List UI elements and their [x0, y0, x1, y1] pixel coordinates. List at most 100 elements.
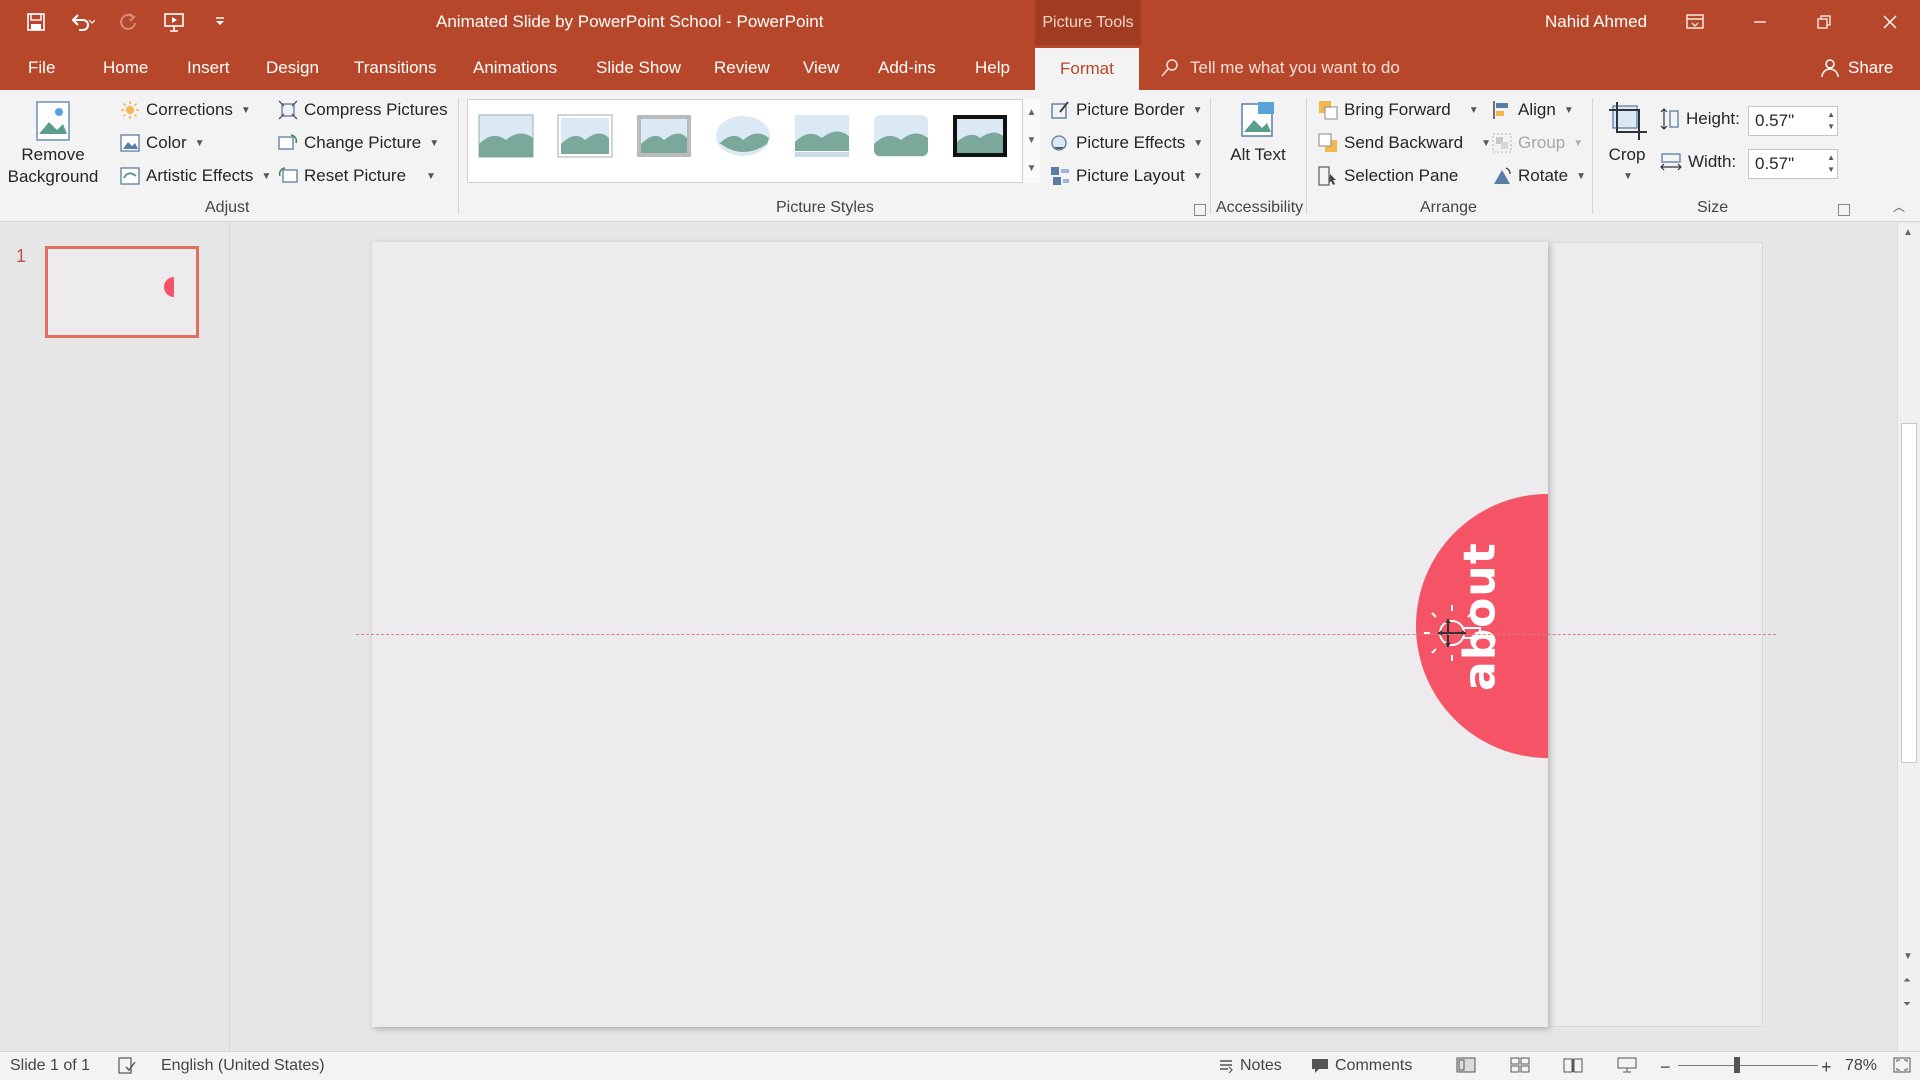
- spelling-check-icon[interactable]: [118, 1057, 136, 1075]
- picture-border-button[interactable]: Picture Border ▼: [1050, 100, 1203, 120]
- reading-view-icon[interactable]: [1563, 1057, 1583, 1073]
- user-name[interactable]: Nahid Ahmed: [1545, 12, 1647, 32]
- tab-help[interactable]: Help: [975, 45, 1010, 90]
- undo-icon[interactable]: [68, 8, 96, 36]
- change-picture-label: Change Picture: [304, 133, 422, 152]
- share-button[interactable]: Share: [1820, 45, 1893, 90]
- tab-review[interactable]: Review: [714, 45, 770, 90]
- picture-style-2-icon[interactable]: [557, 114, 613, 158]
- vertical-scrollbar[interactable]: ▲ ▼ ⏶ ⏷: [1897, 223, 1920, 1051]
- width-input[interactable]: 0.57" ▲ ▼: [1748, 149, 1838, 179]
- picture-layout-button[interactable]: Picture Layout ▼: [1050, 166, 1203, 186]
- slide-thumbnail[interactable]: [45, 246, 199, 338]
- fit-to-window-icon[interactable]: [1893, 1057, 1911, 1073]
- picture-style-5-icon[interactable]: [794, 114, 850, 158]
- tab-add-ins[interactable]: Add-ins: [878, 45, 936, 90]
- send-backward-button[interactable]: Send Backward ▼: [1318, 133, 1491, 153]
- close-icon[interactable]: [1866, 6, 1914, 38]
- restore-icon[interactable]: [1800, 6, 1848, 38]
- tab-home[interactable]: Home: [103, 45, 148, 90]
- bring-forward-button[interactable]: Bring Forward ▼: [1318, 100, 1479, 120]
- height-spinner-icon[interactable]: ▲ ▼: [1827, 109, 1835, 133]
- corrections-label: Corrections: [146, 100, 233, 119]
- collapse-ribbon-icon[interactable]: ︿: [1893, 198, 1905, 215]
- group-icon: [1492, 133, 1512, 153]
- slide-sorter-icon[interactable]: [1510, 1057, 1530, 1073]
- title-bar: Animated Slide by PowerPoint School - Po…: [0, 0, 1920, 45]
- tab-slide-show[interactable]: Slide Show: [596, 45, 681, 90]
- normal-view-icon[interactable]: [1456, 1057, 1476, 1073]
- ribbon-tabs: File Home Insert Design Transitions Anim…: [0, 45, 1920, 90]
- scroll-down-icon[interactable]: ▼: [1903, 951, 1913, 962]
- tab-design[interactable]: Design: [266, 45, 319, 90]
- picture-style-3-icon[interactable]: [636, 114, 692, 158]
- zoom-slider-thumb[interactable]: [1734, 1057, 1740, 1073]
- reset-picture-icon: [278, 167, 298, 183]
- selection-pane-button[interactable]: Selection Pane: [1318, 166, 1458, 186]
- gallery-more-icon[interactable]: ▼: [1023, 155, 1040, 183]
- ribbon-display-options-icon[interactable]: [1671, 6, 1719, 38]
- picture-layout-label: Picture Layout: [1076, 166, 1185, 185]
- notes-icon: [1220, 1060, 1233, 1074]
- minimize-icon[interactable]: [1736, 6, 1784, 38]
- width-spinner-icon[interactable]: ▲ ▼: [1827, 152, 1835, 176]
- color-dropdown-icon: ▼: [194, 137, 205, 149]
- comments-button[interactable]: Comments: [1311, 1057, 1412, 1075]
- notes-button[interactable]: Notes: [1218, 1057, 1282, 1075]
- picture-effects-button[interactable]: Picture Effects ▼: [1050, 133, 1203, 153]
- tab-animations[interactable]: Animations: [473, 45, 557, 90]
- zoom-in-icon[interactable]: +: [1821, 1057, 1832, 1078]
- tell-me-search[interactable]: Tell me what you want to do: [1160, 45, 1400, 90]
- tab-format[interactable]: Format: [1035, 48, 1139, 90]
- customize-qat-icon[interactable]: [206, 8, 234, 36]
- corrections-button[interactable]: Corrections ▼: [120, 100, 251, 120]
- remove-background-button[interactable]: Remove Background: [6, 100, 100, 188]
- artistic-effects-button[interactable]: Artistic Effects ▼: [120, 166, 271, 186]
- picture-style-4-icon[interactable]: [715, 114, 771, 158]
- picture-layout-icon: [1051, 167, 1069, 185]
- color-button[interactable]: Color ▼: [120, 133, 205, 153]
- scroll-thumb[interactable]: [1901, 423, 1917, 763]
- size-dialog-launcher-icon[interactable]: [1838, 204, 1850, 216]
- picture-style-7-icon[interactable]: [952, 114, 1008, 158]
- tab-transitions[interactable]: Transitions: [354, 45, 437, 90]
- rotate-button[interactable]: Rotate ▼: [1492, 166, 1586, 186]
- picture-styles-dialog-launcher-icon[interactable]: [1194, 204, 1206, 216]
- group-button[interactable]: Group ▼: [1492, 133, 1583, 153]
- height-input[interactable]: 0.57" ▲ ▼: [1748, 106, 1838, 136]
- gallery-scroll[interactable]: ▲ ▼ ▼: [1022, 99, 1040, 183]
- compress-pictures-button[interactable]: Compress Pictures: [278, 100, 448, 120]
- start-from-beginning-icon[interactable]: [160, 8, 188, 36]
- next-slide-icon[interactable]: ⏷: [1903, 999, 1911, 1010]
- reset-picture-button[interactable]: Reset Picture ▼: [278, 166, 436, 186]
- tab-insert[interactable]: Insert: [187, 45, 230, 90]
- lightbulb-search-icon: [1161, 58, 1178, 77]
- slide-show-view-icon[interactable]: [1617, 1057, 1637, 1073]
- group-label: Group: [1518, 133, 1566, 152]
- zoom-slider[interactable]: [1678, 1057, 1818, 1073]
- arrange-group-label: Arrange: [1420, 199, 1477, 216]
- gallery-scroll-up-icon[interactable]: ▲: [1023, 99, 1040, 127]
- redo-icon[interactable]: [114, 8, 142, 36]
- align-button[interactable]: Align ▼: [1492, 100, 1574, 120]
- change-picture-button[interactable]: Change Picture ▼: [278, 133, 439, 153]
- picture-styles-gallery[interactable]: [467, 99, 1039, 183]
- about-text[interactable]: about: [1455, 542, 1506, 691]
- picture-style-1-icon[interactable]: [478, 114, 534, 158]
- zoom-level[interactable]: 78%: [1845, 1057, 1877, 1075]
- save-icon[interactable]: [22, 8, 50, 36]
- crop-button[interactable]: Crop ▼: [1600, 100, 1654, 188]
- picture-style-6-icon[interactable]: [873, 114, 929, 158]
- previous-slide-icon[interactable]: ⏶: [1903, 975, 1911, 986]
- send-backward-icon: [1318, 133, 1337, 152]
- language[interactable]: English (United States): [161, 1057, 325, 1075]
- picture-styles-group-label: Picture Styles: [776, 199, 874, 216]
- width-label-group: Width:: [1660, 152, 1736, 172]
- scroll-up-icon[interactable]: ▲: [1903, 227, 1913, 238]
- tab-view[interactable]: View: [803, 45, 840, 90]
- gallery-scroll-down-icon[interactable]: ▼: [1023, 127, 1040, 155]
- compress-pictures-label: Compress Pictures: [304, 100, 448, 119]
- zoom-out-icon[interactable]: −: [1660, 1057, 1671, 1078]
- alt-text-button[interactable]: Alt Text: [1222, 100, 1294, 166]
- tab-file[interactable]: File: [28, 45, 55, 90]
